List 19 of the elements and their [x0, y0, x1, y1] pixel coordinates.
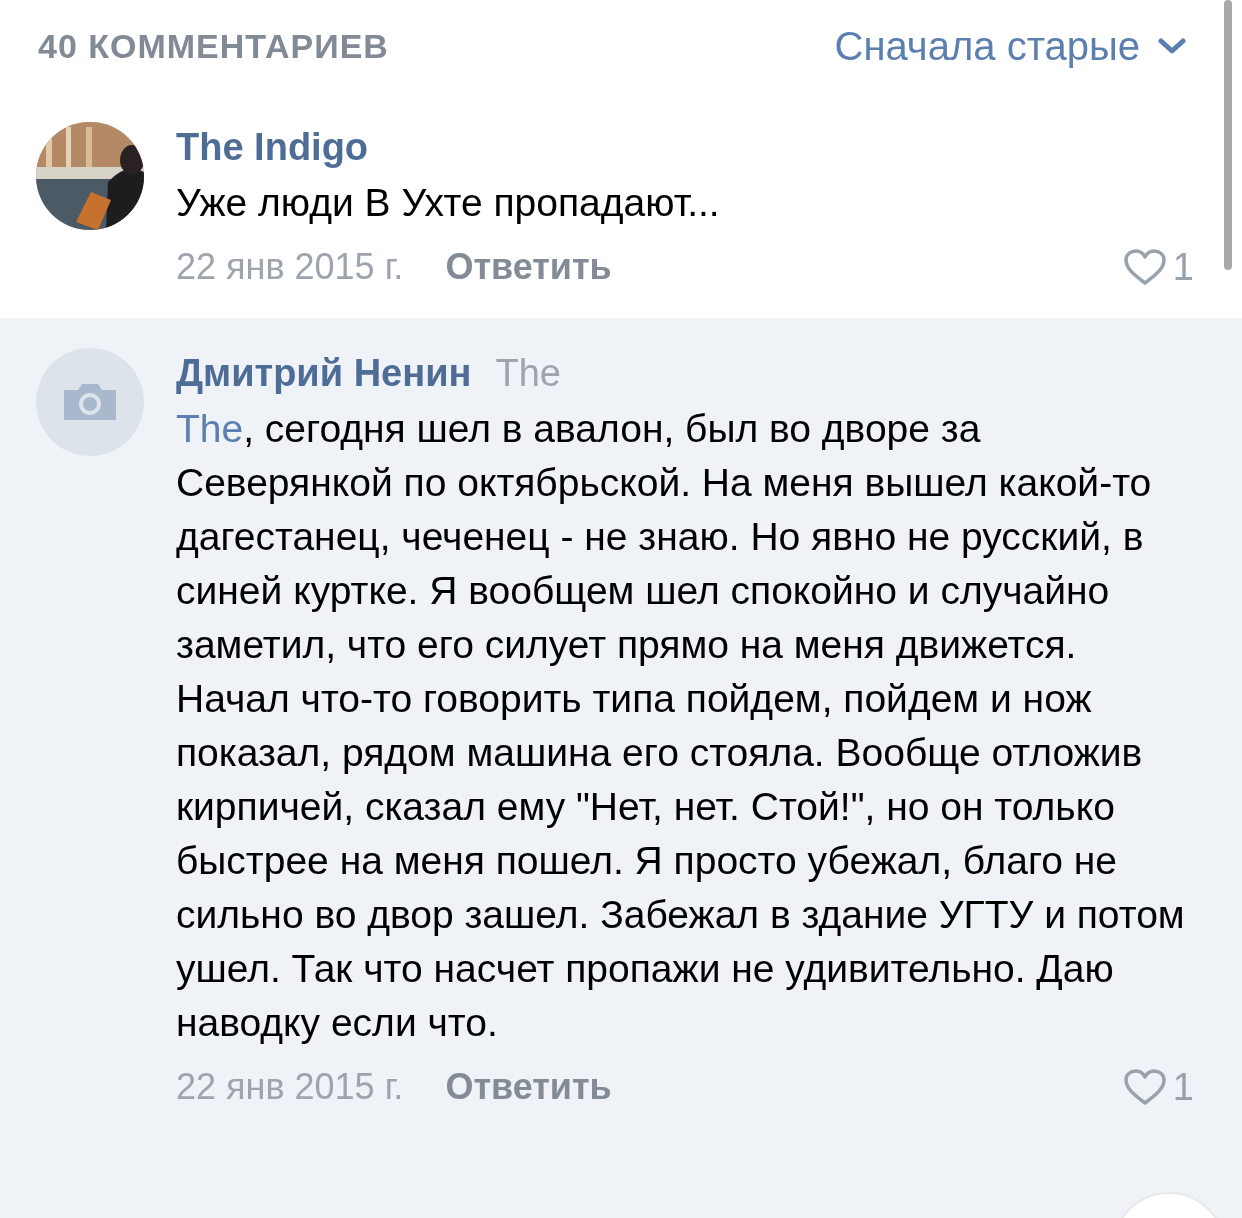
reply-button[interactable]: Ответить [445, 1066, 612, 1108]
scrollbar[interactable] [1224, 0, 1232, 270]
like-button[interactable]: 1 [1122, 245, 1194, 289]
heart-icon [1122, 248, 1167, 286]
sort-dropdown[interactable]: Сначала старые [834, 23, 1186, 69]
reply-button[interactable]: Ответить [445, 246, 612, 288]
camera-icon [62, 382, 118, 422]
heart-icon [1122, 1068, 1167, 1106]
author-name[interactable]: Дмитрий Ненин [176, 348, 472, 398]
comment-date: 22 янв 2015 г. [176, 246, 404, 288]
comment-text: Уже люди В Ухте пропадают... [176, 180, 721, 226]
chevron-down-icon [1158, 37, 1186, 55]
reply-to-name: The [495, 352, 561, 395]
like-button[interactable]: 1 [1122, 1065, 1194, 1109]
comment-date: 22 янв 2015 г. [176, 1066, 404, 1108]
comment-text: The, сегодня шел в авалон, был во дворе за Северянкой по октябрьской. На меня вышел какой-то дагестанец, чеченец - не знаю. Но явно не русский, в синей куртке. Я вообщем шел спокойно и случайно заметил, что его силует прямо на меня движется. Начал что-то говорить типа пойдем, пойдем и нож показал, рядом машина его стояла. Вообще отложив кирпичей, сказал ему "Нет, нет. Стой!", но он только быстрее на меня пошел. Я просто убежал, благо не сильно во двор зашел. Забежал в здание УГТУ и потом ушел. Так что насчет пропажи не удивительно. Даю наводку если что. [176, 406, 1186, 1046]
author-name[interactable]: The Indigo [176, 122, 369, 172]
comments-count: 40 КОММЕНТАРИЕВ [38, 26, 389, 66]
mention-link[interactable]: The [176, 407, 244, 450]
